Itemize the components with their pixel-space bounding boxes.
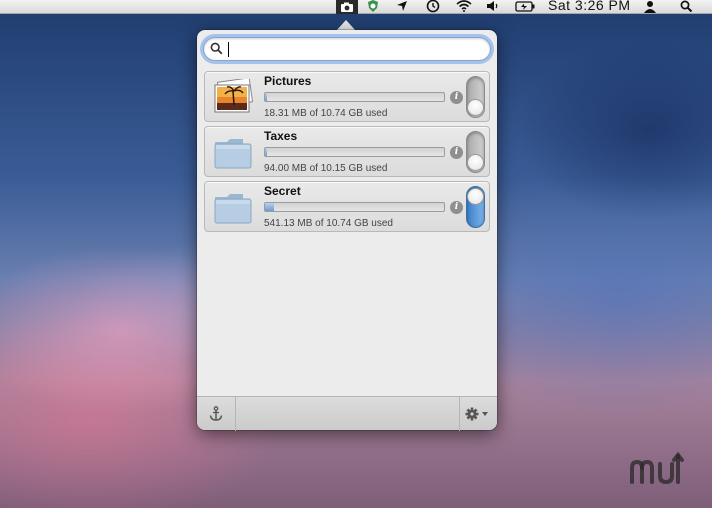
user-icon[interactable]	[640, 0, 660, 14]
popover-footer	[197, 396, 497, 431]
search-field[interactable]	[203, 37, 491, 61]
toggle-knob	[467, 99, 484, 116]
volume-usage-bar	[264, 92, 445, 102]
volume-usage-fill	[265, 93, 268, 101]
volume-name: Taxes	[264, 129, 298, 143]
toggle-knob	[467, 188, 484, 205]
macupdate-watermark-logo	[630, 452, 684, 485]
camera-icon[interactable]	[336, 0, 358, 14]
anchor-button[interactable]	[197, 397, 235, 431]
volume-row-secret[interactable]: Secret 541.13 MB of 10.74 GB used i	[204, 181, 490, 232]
folder-icon	[214, 139, 252, 169]
pictures-icon	[214, 79, 253, 113]
volume-name: Pictures	[264, 74, 312, 88]
location-arrow-icon[interactable]	[394, 0, 410, 14]
anchor-icon	[209, 406, 223, 421]
info-icon[interactable]: i	[450, 91, 463, 104]
gear-icon	[465, 407, 488, 421]
volume-icon[interactable]	[484, 0, 500, 14]
shield-icon[interactable]	[364, 0, 382, 14]
mount-toggle[interactable]	[466, 186, 485, 228]
search-input[interactable]	[226, 40, 484, 58]
search-icon	[210, 42, 223, 55]
volume-usage-bar	[264, 202, 445, 212]
time-machine-icon[interactable]	[424, 0, 442, 14]
volume-row-taxes[interactable]: Taxes 94.00 MB of 10.15 GB used i	[204, 126, 490, 177]
footer-divider	[235, 397, 236, 431]
volume-usage-text: 18.31 MB of 10.74 GB used	[264, 108, 388, 119]
volume-row-pictures[interactable]: Pictures 18.31 MB of 10.74 GB used i	[204, 71, 490, 122]
volume-usage-fill	[265, 203, 274, 211]
mount-toggle[interactable]	[466, 131, 485, 173]
toggle-knob	[467, 154, 484, 171]
menu-bar: Sat 3:26 PM	[0, 0, 712, 14]
volume-usage-fill	[265, 148, 268, 156]
settings-menu-button[interactable]	[459, 397, 497, 431]
mount-toggle[interactable]	[466, 76, 485, 118]
wifi-icon[interactable]	[454, 0, 474, 14]
menu-bar-clock[interactable]: Sat 3:26 PM	[548, 0, 631, 13]
info-icon[interactable]: i	[450, 201, 463, 214]
volumes-popover: Pictures 18.31 MB of 10.74 GB used i Tax…	[197, 30, 497, 431]
volume-usage-text: 541.13 MB of 10.74 GB used	[264, 218, 393, 229]
info-icon[interactable]: i	[450, 146, 463, 159]
battery-icon[interactable]	[514, 0, 536, 14]
text-caret	[228, 42, 229, 57]
folder-icon	[214, 194, 252, 224]
volume-usage-text: 94.00 MB of 10.15 GB used	[264, 163, 388, 174]
spotlight-icon[interactable]	[676, 0, 696, 14]
volume-name: Secret	[264, 184, 301, 198]
volume-usage-bar	[264, 147, 445, 157]
